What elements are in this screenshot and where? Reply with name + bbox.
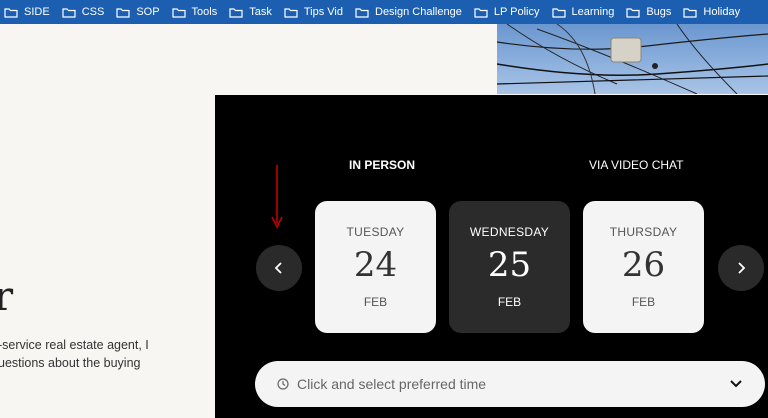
bookmark-label: Learning: [571, 6, 615, 18]
time-select-dropdown[interactable]: Click and select preferred time: [255, 361, 765, 407]
bookmark-label: SOP: [136, 6, 160, 18]
chevron-right-icon: [738, 262, 746, 274]
prev-date-button[interactable]: [256, 245, 302, 291]
date-weekday: THURSDAY: [609, 225, 678, 239]
date-weekday: TUESDAY: [346, 225, 405, 239]
tab-in-person[interactable]: IN PERSON: [349, 158, 415, 172]
hero-photo-power-lines: [497, 24, 768, 94]
bookmark-label: Holiday: [703, 6, 741, 18]
bookmark-label: Tools: [191, 6, 218, 18]
next-date-button[interactable]: [718, 245, 764, 291]
bookmark-learning[interactable]: Learning: [551, 6, 615, 18]
bookmarks-bar: SIDE CSS SOP Tools Task Tips Vid Design …: [0, 0, 768, 24]
folder-icon: [683, 7, 698, 18]
bookmark-lp-policy[interactable]: LP Policy: [474, 6, 540, 18]
bookmark-label: CSS: [81, 6, 105, 18]
chevron-left-icon: [274, 262, 282, 274]
folder-icon: [355, 7, 369, 18]
bookmark-label: Task: [249, 6, 272, 18]
tab-video-chat[interactable]: VIA VIDEO CHAT: [589, 158, 683, 172]
intro-line: -service real estate agent, I: [0, 338, 149, 352]
bookmark-tips-vid[interactable]: Tips Vid: [284, 6, 343, 18]
bookmark-bugs[interactable]: Bugs: [626, 6, 671, 18]
hero-heading-fragment: r: [0, 274, 14, 320]
date-number: 25: [487, 245, 532, 285]
annotation-arrow-icon: [271, 165, 283, 229]
folder-icon: [284, 7, 298, 18]
bookmark-css[interactable]: CSS: [62, 6, 105, 18]
date-card-1[interactable]: TUESDAY 24 FEB: [315, 201, 436, 333]
clock-icon: [277, 378, 289, 390]
date-number: 26: [621, 245, 666, 285]
time-select-placeholder: Click and select preferred time: [297, 376, 487, 392]
date-card-3[interactable]: THURSDAY 26 FEB: [583, 201, 704, 333]
date-card-2-selected[interactable]: WEDNESDAY 25 FEB: [449, 201, 570, 333]
date-month: FEB: [631, 295, 656, 309]
date-month: FEB: [497, 295, 522, 309]
booking-panel: IN PERSON VIA VIDEO CHAT TUESDAY 24 FEB …: [215, 95, 768, 418]
folder-icon: [474, 7, 488, 18]
bookmark-design-challenge[interactable]: Design Challenge: [355, 6, 462, 18]
bookmark-label: Design Challenge: [375, 6, 462, 18]
hero-intro-text: -service real estate agent, I uestions a…: [0, 336, 208, 372]
date-number: 24: [353, 245, 398, 285]
page-content-left: r -service real estate agent, I uestions…: [0, 24, 215, 418]
bookmark-label: LP Policy: [493, 6, 540, 18]
bookmark-side[interactable]: SIDE: [4, 6, 50, 18]
date-weekday: WEDNESDAY: [469, 225, 550, 239]
bookmark-label: SIDE: [24, 6, 50, 18]
bookmark-sop[interactable]: SOP: [116, 6, 160, 18]
chevron-down-icon: [730, 380, 742, 388]
bookmark-label: Tips Vid: [303, 6, 343, 18]
folder-icon: [171, 7, 186, 18]
bookmark-label: Bugs: [646, 6, 672, 18]
intro-line: uestions about the buying: [0, 356, 141, 370]
folder-icon: [551, 7, 566, 18]
bookmark-holiday[interactable]: Holiday: [683, 6, 740, 18]
bookmark-tools[interactable]: Tools: [171, 6, 218, 18]
folder-icon: [116, 7, 130, 18]
folder-icon: [626, 7, 640, 18]
folder-icon: [4, 7, 18, 18]
folder-icon: [62, 7, 76, 18]
date-month: FEB: [363, 295, 388, 309]
folder-icon: [229, 7, 243, 18]
bookmark-task[interactable]: Task: [229, 6, 272, 18]
